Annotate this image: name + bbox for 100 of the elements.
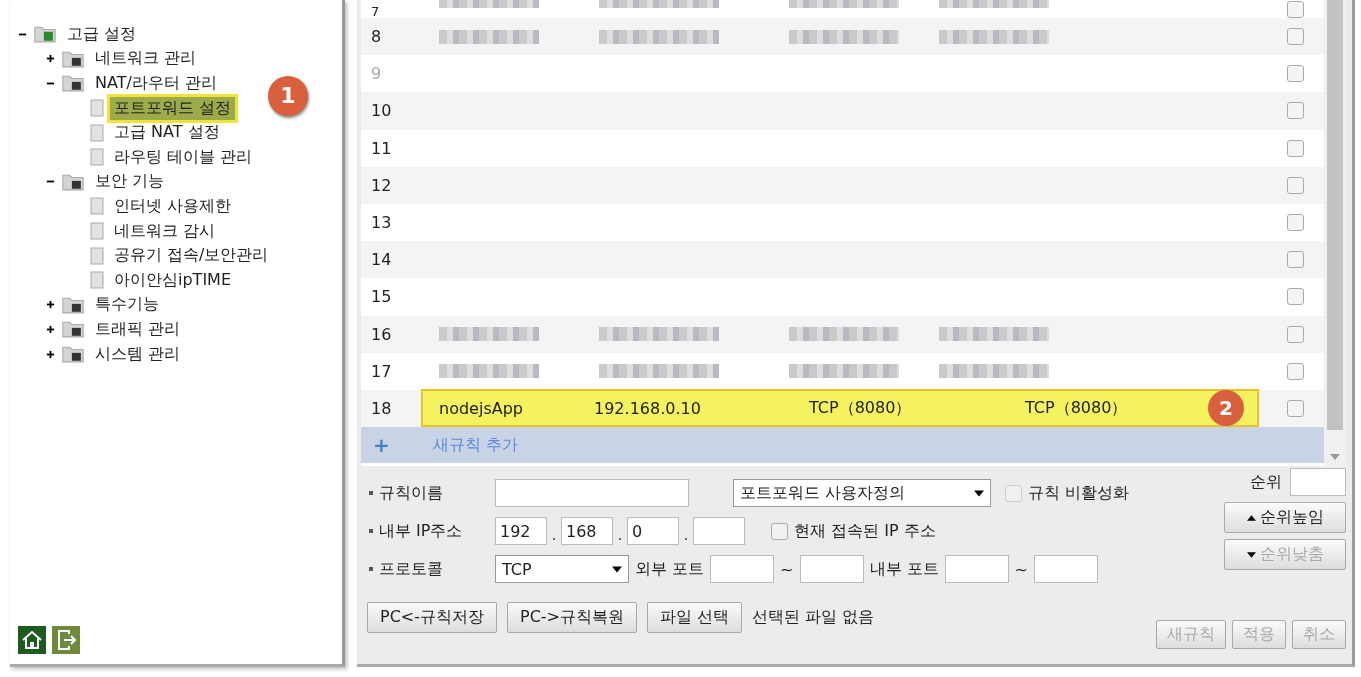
file-button[interactable]: 파일 선택 xyxy=(647,601,743,633)
tree-item[interactable]: 네트워크 관리 xyxy=(91,47,201,71)
table-row[interactable]: 8 xyxy=(361,18,1324,56)
row-number: 8 xyxy=(370,27,383,47)
down-triangle-icon xyxy=(1246,551,1256,558)
tree-item[interactable]: 보안 기능 xyxy=(91,170,169,194)
tree-item[interactable]: 아이안심ipTIME xyxy=(110,268,235,292)
field-label: 규칙이름 xyxy=(367,482,489,504)
tree-item[interactable]: 시스템 관리 xyxy=(91,342,185,366)
external-port: TCP（8080） xyxy=(809,397,913,419)
field-label: 내부 포트 xyxy=(869,558,939,580)
checkbox-label: 현재 접속된 IP 주소 xyxy=(794,520,936,542)
range-separator: ~ xyxy=(780,559,794,579)
step-badge: 1 xyxy=(268,75,308,116)
row-checkbox[interactable] xyxy=(1287,1,1304,18)
checkbox-label: 규칙 비활성화 xyxy=(1028,482,1130,504)
row-checkbox[interactable] xyxy=(1287,251,1304,269)
dropdown-arrow-icon xyxy=(974,489,984,497)
protocol-dropdown[interactable]: TCP xyxy=(495,555,629,583)
row-number: 17 xyxy=(370,361,393,381)
collapse-icon[interactable] xyxy=(46,300,55,310)
row-number: 14 xyxy=(370,250,393,270)
folder-icon xyxy=(61,49,85,68)
preset-dropdown[interactable]: 포트포워드 사용자정의 xyxy=(733,479,991,507)
folder-icon xyxy=(61,172,85,191)
port-input[interactable] xyxy=(944,555,1009,583)
folder-icon xyxy=(61,74,85,93)
tree-item[interactable]: 고급 설정 xyxy=(63,22,141,46)
move-up-button[interactable]: 순위높임 xyxy=(1224,502,1346,533)
file-button[interactable]: PC->규칙복원 xyxy=(507,601,637,633)
tree-item[interactable]: 트래픽 관리 xyxy=(91,317,185,341)
row-number: 7 xyxy=(370,5,381,18)
row-number: 16 xyxy=(370,324,393,344)
dropdown-arrow-icon xyxy=(612,565,622,573)
row-number: 18 xyxy=(370,398,393,418)
row-checkbox[interactable] xyxy=(1287,362,1304,380)
field-label: 내부 IP주소 xyxy=(367,520,489,542)
tree-item[interactable]: 고급 NAT 설정 xyxy=(110,121,224,145)
port-input[interactable] xyxy=(710,555,775,583)
ip-octet-input[interactable]: 168 xyxy=(561,517,613,545)
order-input[interactable] xyxy=(1290,468,1346,496)
row-checkbox[interactable] xyxy=(1287,176,1304,194)
scrollbar-thumb[interactable] xyxy=(1327,0,1343,430)
home-icon[interactable] xyxy=(18,626,46,654)
row-checkbox[interactable] xyxy=(1287,288,1304,306)
page-icon xyxy=(90,222,104,241)
collapse-icon[interactable] xyxy=(46,54,55,64)
row-number: 10 xyxy=(370,101,393,121)
row-number: 9 xyxy=(370,64,383,84)
row-checkbox[interactable] xyxy=(1287,139,1304,157)
port-input[interactable] xyxy=(799,555,864,583)
row-checkbox[interactable] xyxy=(1287,399,1304,417)
tree-item[interactable]: 포트포워드 설정 xyxy=(110,96,236,120)
row-number: 13 xyxy=(370,213,393,233)
plus-text: + xyxy=(372,433,391,458)
ip-octet-input[interactable] xyxy=(693,517,745,545)
port-input[interactable] xyxy=(1034,555,1098,583)
table-row[interactable]: 14 xyxy=(361,241,1324,279)
current-ip-checkbox[interactable] xyxy=(771,522,788,540)
page-icon xyxy=(90,246,104,265)
tree-item[interactable]: 특수기능 xyxy=(91,293,163,317)
folder-icon xyxy=(33,25,57,44)
ip-octet-input[interactable]: 192 xyxy=(495,517,547,545)
page-icon xyxy=(90,271,104,290)
field-label: 프로토콜 xyxy=(367,558,489,580)
table-row[interactable]: 16 xyxy=(361,315,1324,353)
folder-icon xyxy=(61,345,85,363)
file-button[interactable]: PC<-규칙저장 xyxy=(367,601,497,633)
tree-item[interactable]: 네트워크 감시 xyxy=(110,219,220,243)
table-row[interactable]: 12 xyxy=(361,166,1324,204)
row-checkbox[interactable] xyxy=(1287,325,1304,343)
row-checkbox[interactable] xyxy=(1287,214,1304,232)
collapse-icon[interactable] xyxy=(46,349,55,359)
internal-port: TCP（8080） xyxy=(1025,397,1129,419)
row-checkbox[interactable] xyxy=(1287,28,1304,46)
page-icon xyxy=(90,148,104,167)
tree-item[interactable]: 라우팅 테이블 관리 xyxy=(110,145,257,169)
rule-name-input[interactable] xyxy=(495,479,689,507)
tree-item[interactable]: 인터넷 사용제한 xyxy=(110,194,236,218)
row-checkbox[interactable] xyxy=(1287,102,1304,120)
row-number: 12 xyxy=(370,175,393,195)
page-icon xyxy=(90,99,104,118)
up-triangle-icon xyxy=(1246,514,1256,521)
scrollbar[interactable] xyxy=(1324,0,1346,466)
rule-ip: 192.168.0.10 xyxy=(594,398,702,418)
scroll-down-icon[interactable] xyxy=(1330,454,1340,460)
tree-item[interactable]: 공유기 접속/보안관리 xyxy=(110,244,273,268)
logout-icon[interactable] xyxy=(52,626,80,654)
field-label: 외부 포트 xyxy=(635,558,705,580)
table-row[interactable]: 10 xyxy=(361,92,1324,130)
tree-item[interactable]: NAT/라우터 관리 xyxy=(91,72,221,95)
file-status: 선택된 파일 없음 xyxy=(752,606,875,628)
ip-octet-input[interactable]: 0 xyxy=(627,517,679,545)
table-row[interactable]: 18 nodejsApp 192.168.0.10 TCP（8080） TCP（8080） 2 xyxy=(361,389,1324,428)
page-icon xyxy=(90,197,104,216)
collapse-icon[interactable] xyxy=(46,324,55,334)
range-separator: ~ xyxy=(1014,559,1028,579)
disable-checkbox[interactable] xyxy=(1005,484,1022,502)
row-number: 15 xyxy=(370,287,393,307)
rule-name: nodejsApp xyxy=(438,398,524,418)
